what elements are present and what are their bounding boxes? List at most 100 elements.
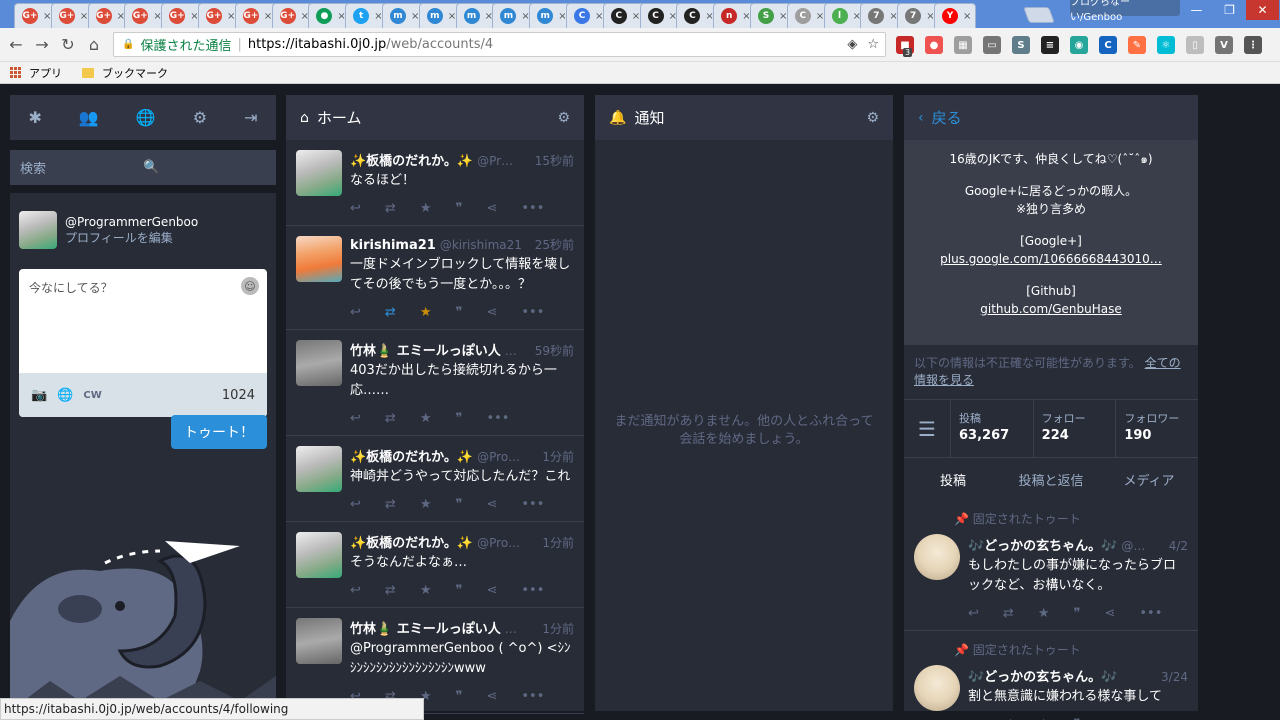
favourite-star-icon[interactable]: ★ <box>420 305 432 320</box>
bookmarks-folder[interactable]: ブックマーク <box>102 65 168 81</box>
browser-tab[interactable]: G+ × <box>50 3 93 28</box>
local-timeline-icon[interactable]: 👥 <box>79 108 99 127</box>
browser-tab[interactable]: G+ × <box>234 3 277 28</box>
maximize-button[interactable]: ❐ <box>1213 0 1246 20</box>
more-icon[interactable]: ••• <box>521 497 544 512</box>
camera-icon[interactable]: 📷 <box>31 388 47 403</box>
quote-icon[interactable]: ❞ <box>455 411 462 426</box>
forward-arrow-icon[interactable]: → <box>30 32 54 56</box>
browser-tab[interactable]: C × <box>639 3 682 28</box>
reply-icon[interactable]: ↩ <box>350 201 361 216</box>
quote-icon[interactable]: ❞ <box>455 689 462 704</box>
quote-icon[interactable]: ❞ <box>455 201 462 216</box>
status-item[interactable]: ✨板橋のだれか。✨ @Pr… 15秒前 なるほど！ ↩ ⇄ ★ ❞ ⋖ ••• <box>286 140 584 226</box>
tab-media[interactable]: メディア <box>1100 470 1198 489</box>
boost-icon[interactable]: ⇄ <box>385 411 396 426</box>
ext-puzzle-icon[interactable]: ▦ <box>954 36 972 54</box>
browser-tab[interactable]: C × <box>786 3 829 28</box>
home-icon[interactable]: ⌂ <box>82 32 106 56</box>
bookmark-star-icon[interactable]: ☆ <box>867 37 879 52</box>
display-name[interactable]: 竹林🎍 エミールっぽい人 <box>350 618 501 637</box>
status-item[interactable]: 竹林🎍 エミールっぽい人… 59秒前 403だか出したら接続切れるから一応…… ↩ ⇄ ★… <box>286 330 584 436</box>
menu-icon[interactable]: ⋮ <box>1244 36 1262 54</box>
toot-button[interactable]: トゥート！ <box>171 415 267 449</box>
status-item[interactable]: kirishima21 @kirishima21 25秒前 一度ドメインブロックして情… <box>286 226 584 330</box>
favourite-star-icon[interactable]: ★ <box>420 411 432 426</box>
avatar[interactable] <box>296 446 342 492</box>
status-timestamp[interactable]: 3/24 <box>1161 670 1188 684</box>
more-icon[interactable]: ••• <box>1139 717 1162 720</box>
column-settings-icon[interactable]: ⚙ <box>557 110 570 126</box>
posts-count[interactable]: 投稿 63,267 <box>951 400 1034 457</box>
preferences-gear-icon[interactable]: ⚙ <box>193 108 207 127</box>
notifications-column-header[interactable]: 🔔 通知 ⚙ <box>595 95 893 140</box>
share-icon[interactable]: ⋖ <box>486 201 497 216</box>
apps-link[interactable]: アプリ <box>29 65 62 81</box>
browser-tab[interactable]: S × <box>750 3 792 28</box>
new-tab-button[interactable] <box>1023 7 1055 23</box>
status-timestamp[interactable]: 1分前 <box>542 534 574 551</box>
avatar[interactable] <box>296 340 342 386</box>
close-window-button[interactable]: ✕ <box>1246 0 1279 20</box>
ext-orange-icon[interactable]: ✎ <box>1128 36 1146 54</box>
display-name[interactable]: 🎶どっかの玄ちゃん。🎶 <box>968 666 1117 685</box>
close-tab-icon[interactable]: × <box>632 11 640 22</box>
status-timestamp[interactable]: 1分前 <box>542 448 574 465</box>
browser-tab[interactable]: G+ × <box>271 3 314 28</box>
browser-profile-badge[interactable]: ブログらなーい/Genboo <box>1070 0 1180 23</box>
react-icon[interactable]: ⚛ <box>1157 36 1175 54</box>
ext-v-icon[interactable]: V <box>1215 36 1233 54</box>
status-timestamp[interactable]: 25秒前 <box>535 236 574 253</box>
avatar[interactable] <box>19 211 57 249</box>
avatar[interactable] <box>296 236 342 282</box>
google-plus-link[interactable]: plus.google.com/10666668443010… <box>904 250 1198 268</box>
browser-tab[interactable]: m × <box>382 3 424 28</box>
browser-tab[interactable]: G+ × <box>198 3 240 28</box>
reply-icon[interactable]: ↩ <box>350 305 361 320</box>
quote-icon[interactable]: ❞ <box>455 305 462 320</box>
close-tab-icon[interactable]: × <box>264 11 272 22</box>
ext-c-icon[interactable]: C <box>1099 36 1117 54</box>
share-icon[interactable]: ⋖ <box>486 497 497 512</box>
display-name[interactable]: 竹林🎍 エミールっぽい人 <box>350 340 501 359</box>
ext-s-icon[interactable]: S <box>1012 36 1030 54</box>
avatar[interactable] <box>914 534 960 580</box>
boost-icon[interactable]: ⇄ <box>1003 717 1014 720</box>
ext-green-icon[interactable]: ◉ <box>1070 36 1088 54</box>
browser-tab[interactable]: G+ × <box>87 3 130 28</box>
browser-tab[interactable]: 7 × <box>860 3 903 28</box>
share-icon[interactable]: ⋖ <box>1104 606 1115 621</box>
more-icon[interactable]: ••• <box>1139 606 1162 621</box>
search-field[interactable]: 検索 🔍 <box>10 150 276 185</box>
cast-icon[interactable]: ▭ <box>983 36 1001 54</box>
search-input[interactable]: 検索 <box>20 158 143 177</box>
following-count[interactable]: フォロー 224 <box>1034 400 1117 457</box>
browser-tab[interactable]: m × <box>529 3 572 28</box>
minimize-button[interactable]: — <box>1180 0 1213 20</box>
display-name[interactable]: ✨板橋のだれか。✨ <box>350 446 473 465</box>
display-name[interactable]: ✨板橋のだれか。✨ <box>350 150 473 169</box>
browser-tab[interactable]: C × <box>602 3 645 28</box>
quote-icon[interactable]: ❞ <box>455 583 462 598</box>
browser-tab[interactable]: m × <box>455 3 498 28</box>
share-icon[interactable]: ⋖ <box>486 305 497 320</box>
avatar[interactable] <box>296 618 342 664</box>
getting-started-icon[interactable]: ✱ <box>29 108 42 127</box>
quote-icon[interactable]: ❞ <box>455 497 462 512</box>
status-timestamp[interactable]: 4/2 <box>1169 539 1188 553</box>
status-item[interactable]: 📌 固定されたトゥート 🎶どっかの玄ちゃん。🎶 @… 4/2 もしわたしの事が嫌になった… <box>904 500 1198 631</box>
more-icon[interactable]: ••• <box>521 583 544 598</box>
display-name[interactable]: 🎶どっかの玄ちゃん。🎶 <box>968 535 1117 554</box>
logout-icon[interactable]: ⇥ <box>244 108 257 127</box>
account-username[interactable]: @ProgrammerGenboo <box>65 215 198 229</box>
reload-icon[interactable]: ↻ <box>56 32 80 56</box>
quote-icon[interactable]: ❞ <box>1073 606 1080 621</box>
browser-tab[interactable]: Y × <box>934 3 976 28</box>
reply-icon[interactable]: ↩ <box>350 583 361 598</box>
favourite-star-icon[interactable]: ★ <box>420 497 432 512</box>
reply-icon[interactable]: ↩ <box>350 497 361 512</box>
back-arrow-icon[interactable]: ← <box>4 32 28 56</box>
browser-tab[interactable]: C × <box>566 3 608 28</box>
emoji-picker-icon[interactable]: ☺ <box>241 277 259 295</box>
hamburger-menu-icon[interactable]: ☰ <box>904 400 951 457</box>
